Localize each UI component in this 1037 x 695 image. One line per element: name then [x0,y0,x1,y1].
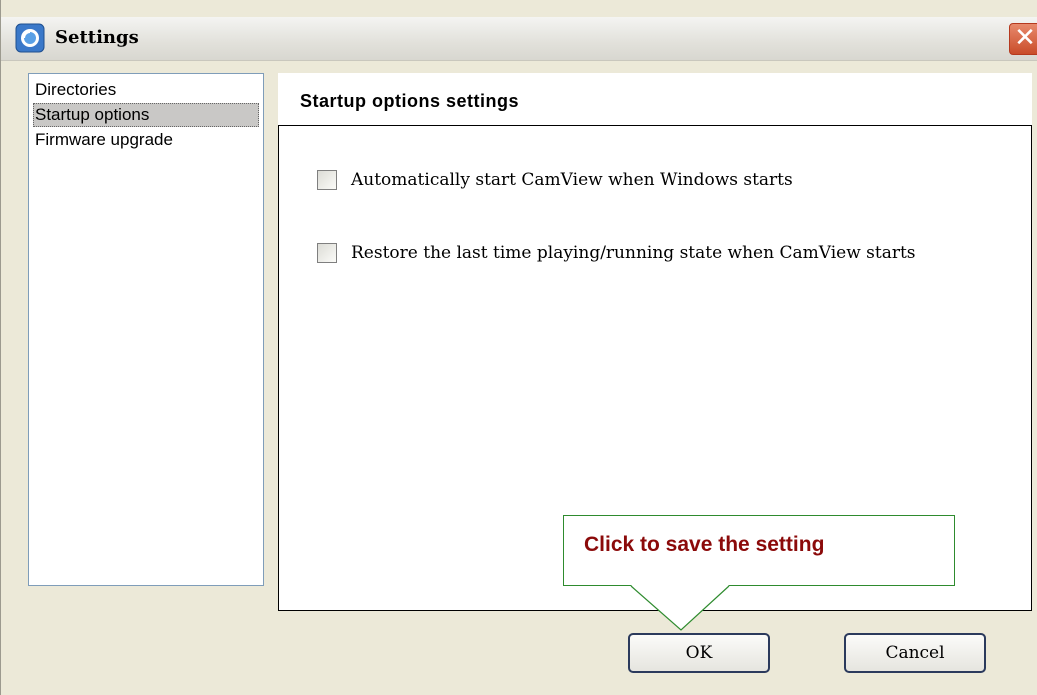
auto-start-label[interactable]: Automatically start CamView when Windows… [351,168,793,192]
close-icon: ✕ [1014,23,1036,53]
panel-title: Startup options settings [300,91,519,111]
restore-state-checkbox[interactable] [317,243,337,263]
panel-header: Startup options settings [278,73,1032,125]
close-button[interactable]: ✕ [1009,23,1037,55]
save-callout: Click to save the setting [563,515,955,586]
camview-app-icon [15,23,45,53]
cancel-button[interactable]: Cancel [844,633,986,673]
restore-state-label[interactable]: Restore the last time playing/running st… [351,241,916,265]
list-item-firmware-upgrade[interactable]: Firmware upgrade [33,128,259,152]
settings-category-list[interactable]: Directories Startup options Firmware upg… [28,73,264,586]
settings-window: Settings ✕ Directories Startup options F… [0,0,1037,695]
callout-text: Click to save the setting [584,533,825,556]
title-bar[interactable]: Settings ✕ [1,17,1037,61]
list-item-startup-options[interactable]: Startup options [33,103,259,127]
list-item-directories[interactable]: Directories [33,78,259,102]
ok-button[interactable]: OK [628,633,770,673]
window-title: Settings [55,27,139,48]
auto-start-checkbox[interactable] [317,170,337,190]
